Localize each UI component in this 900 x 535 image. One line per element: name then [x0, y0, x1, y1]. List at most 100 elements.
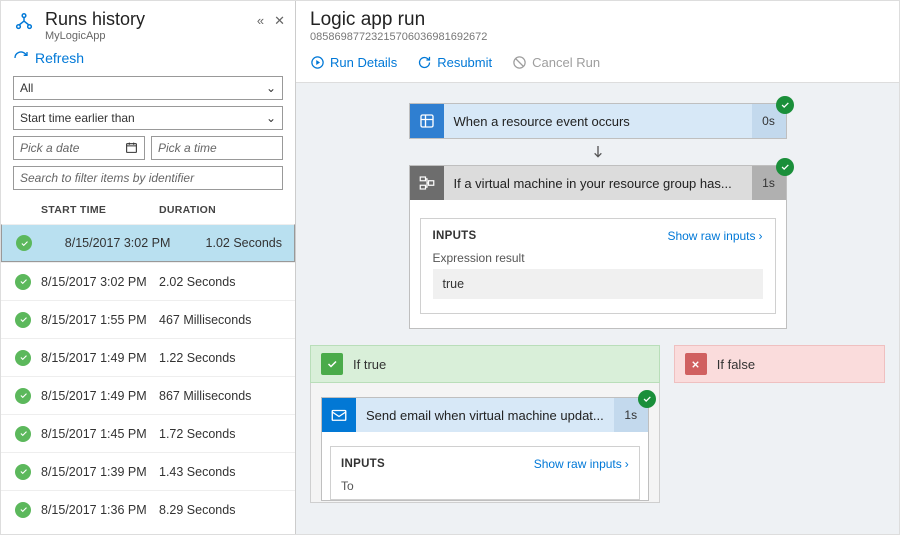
branch-true: If true Send email when virtual machine …	[310, 345, 660, 503]
cell-start-time: 8/15/2017 1:55 PM	[41, 313, 159, 327]
date-input[interactable]: Pick a date	[13, 136, 145, 160]
detail-title: Logic app run	[310, 9, 885, 31]
trigger-node[interactable]: When a resource event occurs 0s	[409, 103, 787, 139]
cancel-label: Cancel Run	[532, 55, 600, 70]
inputs-box: INPUTS Show raw inputs › Expression resu…	[420, 218, 776, 314]
branch-true-label: If true	[353, 357, 386, 372]
email-action-node[interactable]: Send email when virtual machine updat...…	[321, 397, 649, 501]
cell-duration: 1.43 Seconds	[159, 465, 235, 479]
trigger-label: When a resource event occurs	[444, 114, 752, 129]
table-row[interactable]: 8/15/2017 1:49 PM1.22 Seconds	[1, 338, 295, 376]
show-raw-inputs-link[interactable]: Show raw inputs ›	[667, 229, 762, 243]
panel-title: Runs history	[45, 9, 145, 30]
refresh-button[interactable]: Refresh	[1, 46, 295, 76]
branch-false-label: If false	[717, 357, 755, 372]
show-raw-label: Show raw inputs	[534, 457, 622, 471]
cell-start-time: 8/15/2017 1:36 PM	[41, 503, 159, 517]
status-filter-value: All	[20, 81, 33, 95]
chevron-down-icon: ⌄	[266, 111, 276, 125]
time-mode-select[interactable]: Start time earlier than ⌄	[13, 106, 283, 130]
table-row[interactable]: 8/15/2017 1:55 PM467 Milliseconds	[1, 300, 295, 338]
resubmit-button[interactable]: Resubmit	[417, 55, 492, 70]
search-placeholder: Search to filter items by identifier	[20, 171, 194, 185]
run-details-button[interactable]: Run Details	[310, 55, 397, 70]
runs-table: START TIME DURATION 8/15/2017 3:02 PM1.0…	[1, 204, 295, 534]
cell-start-time: 8/15/2017 3:02 PM	[41, 275, 159, 289]
branch-false-header[interactable]: If false	[674, 345, 885, 383]
status-success-icon	[15, 502, 31, 518]
table-row[interactable]: 8/15/2017 1:39 PM1.43 Seconds	[1, 452, 295, 490]
cell-start-time: 8/15/2017 3:02 PM	[65, 236, 183, 250]
logic-app-icon	[11, 9, 37, 35]
cell-duration: 867 Milliseconds	[159, 389, 251, 403]
event-grid-icon	[410, 104, 444, 138]
collapse-button[interactable]: «	[257, 13, 264, 29]
runs-history-panel: Runs history MyLogicApp « ✕ Refresh All …	[1, 1, 296, 534]
status-success-icon	[15, 274, 31, 290]
show-raw-label: Show raw inputs	[667, 229, 755, 243]
close-button[interactable]: ✕	[274, 13, 285, 29]
workflow-canvas[interactable]: When a resource event occurs 0s If a vir…	[296, 83, 899, 534]
refresh-icon	[13, 50, 29, 66]
condition-label: If a virtual machine in your resource gr…	[444, 176, 752, 191]
cell-duration: 2.02 Seconds	[159, 275, 235, 289]
table-row[interactable]: 8/15/2017 3:02 PM1.02 Seconds	[1, 224, 295, 262]
cell-start-time: 8/15/2017 1:49 PM	[41, 389, 159, 403]
cell-duration: 1.22 Seconds	[159, 351, 235, 365]
cancel-run-button: Cancel Run	[512, 55, 600, 70]
run-id: 08586987723215706036981692672	[310, 31, 885, 43]
arrow-down-icon	[590, 139, 606, 165]
status-success-icon	[15, 426, 31, 442]
resubmit-icon	[417, 55, 432, 70]
email-inputs-title: INPUTS	[341, 458, 385, 470]
cell-duration: 1.72 Seconds	[159, 427, 235, 441]
email-inputs-box: INPUTS Show raw inputs › To	[330, 446, 640, 500]
calendar-icon	[125, 141, 138, 157]
email-to-label: To	[341, 479, 629, 493]
chevron-right-icon: ›	[759, 229, 763, 243]
show-raw-inputs-link[interactable]: Show raw inputs ›	[534, 457, 629, 471]
chevron-down-icon: ⌄	[266, 81, 276, 95]
cancel-icon	[512, 55, 527, 70]
time-placeholder: Pick a time	[158, 141, 217, 155]
table-row[interactable]: 8/15/2017 1:45 PM1.72 Seconds	[1, 414, 295, 452]
table-header: START TIME DURATION	[1, 204, 295, 224]
table-row[interactable]: 8/15/2017 3:02 PM2.02 Seconds	[1, 262, 295, 300]
x-icon	[685, 353, 707, 375]
expression-label: Expression result	[433, 251, 763, 265]
refresh-label: Refresh	[35, 50, 84, 66]
chevron-right-icon: ›	[625, 457, 629, 471]
detail-toolbar: Run Details Resubmit Cancel Run	[296, 45, 899, 83]
cell-duration: 8.29 Seconds	[159, 503, 235, 517]
cell-start-time: 8/15/2017 1:45 PM	[41, 427, 159, 441]
condition-body: INPUTS Show raw inputs › Expression resu…	[410, 200, 786, 328]
branch-true-body: Send email when virtual machine updat...…	[310, 383, 660, 503]
branch-true-header[interactable]: If true	[310, 345, 660, 383]
outlook-icon	[322, 398, 356, 432]
expression-value: true	[433, 269, 763, 299]
status-success-icon	[15, 350, 31, 366]
col-start-header: START TIME	[41, 204, 159, 216]
status-success-icon	[15, 312, 31, 328]
status-success-icon	[15, 464, 31, 480]
condition-node[interactable]: If a virtual machine in your resource gr…	[409, 165, 787, 329]
status-success-icon	[16, 235, 32, 251]
status-success-icon	[15, 388, 31, 404]
success-badge-icon	[638, 390, 656, 408]
table-row[interactable]: 8/15/2017 1:49 PM867 Milliseconds	[1, 376, 295, 414]
time-input[interactable]: Pick a time	[151, 136, 283, 160]
run-details-label: Run Details	[330, 55, 397, 70]
run-detail-panel: Logic app run 08586987723215706036981692…	[296, 1, 899, 534]
search-input[interactable]: Search to filter items by identifier	[13, 166, 283, 190]
check-icon	[321, 353, 343, 375]
success-badge-icon	[776, 96, 794, 114]
inputs-title: INPUTS	[433, 230, 477, 242]
condition-icon	[410, 166, 444, 200]
table-row[interactable]: 8/15/2017 1:36 PM8.29 Seconds	[1, 490, 295, 528]
details-icon	[310, 55, 325, 70]
resubmit-label: Resubmit	[437, 55, 492, 70]
detail-header: Logic app run 08586987723215706036981692…	[296, 1, 899, 45]
status-filter-select[interactable]: All ⌄	[13, 76, 283, 100]
panel-subtitle: MyLogicApp	[45, 30, 145, 42]
cell-duration: 467 Milliseconds	[159, 313, 251, 327]
